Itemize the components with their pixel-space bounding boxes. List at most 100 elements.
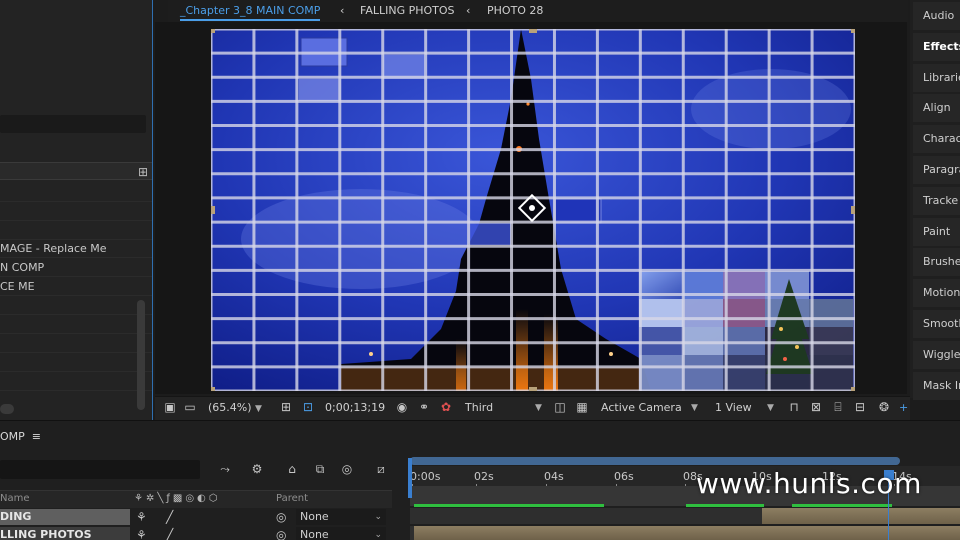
project-row[interactable] bbox=[0, 221, 152, 240]
flowchart-icon[interactable]: ⊟ bbox=[853, 400, 867, 414]
layer-name[interactable]: LLING PHOTOS bbox=[0, 527, 130, 540]
tab-photo-28[interactable]: PHOTO 28 bbox=[487, 4, 543, 17]
project-scrollbar[interactable] bbox=[137, 300, 145, 410]
quality-icon[interactable]: ╱ bbox=[166, 510, 173, 524]
project-item-replace[interactable]: CE ME bbox=[0, 277, 152, 296]
transform-handle[interactable] bbox=[851, 206, 855, 214]
resolution-dropdown[interactable]: Third bbox=[465, 401, 493, 414]
transparency-grid-icon[interactable]: ▦ bbox=[575, 400, 589, 414]
time-navigator-range[interactable] bbox=[410, 457, 900, 465]
transform-handle[interactable] bbox=[211, 29, 215, 33]
panel-item[interactable]: Brushe bbox=[913, 248, 960, 277]
timeline-tab[interactable]: OMP ≡ bbox=[0, 430, 41, 443]
layer-name[interactable]: DING bbox=[0, 509, 130, 525]
transform-handle[interactable] bbox=[851, 29, 855, 33]
project-row[interactable] bbox=[0, 334, 152, 353]
chevron-down-icon: ▼ bbox=[255, 404, 262, 414]
viewer-toolbar: ▣ ▭ (65.4%) ▼ ⊞ ⊡ 0;00;13;19 ◉ ⚭ ✿ Third… bbox=[155, 396, 910, 420]
panel-item[interactable]: Audio bbox=[913, 2, 960, 30]
transform-handle[interactable] bbox=[211, 206, 215, 214]
grid-overlay bbox=[211, 29, 855, 391]
views-dropdown[interactable]: 1 View bbox=[715, 401, 752, 414]
cache-indicator bbox=[792, 504, 892, 507]
parent-dropdown[interactable]: None ⌄ bbox=[296, 527, 386, 540]
reset-exposure-icon[interactable]: ❂ bbox=[877, 400, 891, 414]
project-row[interactable] bbox=[0, 296, 152, 315]
project-row[interactable] bbox=[0, 372, 152, 391]
panel-item[interactable]: Wiggle bbox=[913, 340, 960, 369]
work-area-start-handle[interactable] bbox=[408, 458, 412, 498]
chevron-down-icon[interactable]: ▼ bbox=[535, 403, 542, 413]
tab-main-comp[interactable]: _Chapter 3_8 MAIN COMP bbox=[180, 4, 321, 21]
panel-item[interactable]: Tracke bbox=[913, 186, 960, 215]
layer-bar[interactable] bbox=[762, 508, 960, 524]
draft-3d-icon[interactable]: ⚙ bbox=[250, 462, 264, 476]
panel-item[interactable]: Paint bbox=[913, 217, 960, 246]
zoom-dropdown[interactable]: (65.4%) ▼ bbox=[208, 401, 262, 414]
chevron-down-icon[interactable]: ▼ bbox=[691, 403, 698, 413]
panel-item[interactable]: Charac bbox=[913, 125, 960, 154]
project-hscrollbar[interactable] bbox=[0, 404, 14, 414]
hierarchy-icon[interactable]: ⊞ bbox=[138, 165, 148, 179]
timeline-icon[interactable]: ⌸ bbox=[831, 400, 845, 414]
pick-whip-icon[interactable]: ◎ bbox=[276, 510, 286, 524]
layer-bar[interactable] bbox=[414, 526, 960, 540]
timeline-search-input[interactable] bbox=[0, 460, 200, 479]
mask-visibility-icon[interactable]: ⊡ bbox=[301, 400, 315, 414]
toggle-pixel-aspect-icon[interactable]: ⊓ bbox=[787, 400, 801, 414]
region-of-interest-icon[interactable]: ◫ bbox=[553, 400, 567, 414]
snapshot-icon[interactable]: ◉ bbox=[395, 400, 409, 414]
motion-blur-icon[interactable]: ◎ bbox=[340, 462, 354, 476]
monitor-icon[interactable]: ▭ bbox=[183, 400, 197, 414]
exposure-plus[interactable]: + bbox=[899, 401, 908, 414]
transform-handle[interactable] bbox=[529, 387, 537, 391]
project-search-input[interactable] bbox=[0, 115, 146, 133]
chevron-down-icon[interactable]: ▼ bbox=[767, 403, 774, 413]
tab-falling-photos[interactable]: FALLING PHOTOS bbox=[360, 4, 455, 17]
parent-dropdown[interactable]: None ⌄ bbox=[296, 509, 386, 525]
chevron-down-icon: ⌄ bbox=[374, 512, 382, 522]
shy-layers-icon[interactable]: ⌂ bbox=[285, 462, 299, 476]
watermark: www.hunls.com bbox=[696, 467, 922, 500]
panel-item[interactable]: Motion bbox=[913, 279, 960, 308]
shy-icon[interactable]: ⚘ bbox=[136, 510, 147, 524]
panel-item[interactable]: Effects bbox=[913, 32, 960, 61]
views-value: 1 View bbox=[715, 401, 752, 414]
panel-menu-icon[interactable]: ≡ bbox=[32, 430, 41, 443]
ruler-tick-label: 02s bbox=[474, 470, 494, 483]
quality-icon[interactable]: ╱ bbox=[166, 528, 173, 540]
always-preview-icon[interactable]: ▣ bbox=[163, 400, 177, 414]
transform-handle[interactable] bbox=[851, 387, 855, 391]
show-snapshot-icon[interactable]: ⚭ bbox=[417, 400, 431, 414]
timecode[interactable]: 0;00;13;19 bbox=[325, 401, 385, 414]
cache-indicator bbox=[414, 504, 604, 507]
panel-item[interactable]: Align bbox=[913, 94, 960, 123]
project-row[interactable] bbox=[0, 353, 152, 372]
camera-dropdown[interactable]: Active Camera bbox=[601, 401, 682, 414]
project-row[interactable] bbox=[0, 315, 152, 334]
panel-item[interactable]: Librarie bbox=[913, 63, 960, 92]
panel-item[interactable]: Mask In bbox=[913, 371, 960, 400]
graph-editor-icon[interactable]: ⧄ bbox=[374, 462, 388, 476]
project-row[interactable] bbox=[0, 202, 152, 221]
resolution-value: Third bbox=[465, 401, 494, 414]
panel-item[interactable]: Smooth bbox=[913, 310, 960, 338]
project-item-image[interactable]: MAGE - Replace Me bbox=[0, 239, 152, 258]
transform-handle[interactable] bbox=[211, 387, 215, 391]
column-parent-label: Parent bbox=[276, 493, 309, 504]
cache-indicator bbox=[686, 504, 764, 507]
project-item-comp[interactable]: N COMP bbox=[0, 258, 152, 277]
layer-row[interactable]: DING ⚘ ╱ ◎ None ⌄ bbox=[0, 509, 392, 527]
shy-icon[interactable]: ⚘ bbox=[136, 528, 147, 540]
pick-whip-icon[interactable]: ◎ bbox=[276, 528, 286, 540]
fast-preview-icon[interactable]: ⊠ bbox=[809, 400, 823, 414]
composition-mini-flowchart-icon[interactable]: ⤳ bbox=[218, 462, 232, 476]
layer-row[interactable]: LLING PHOTOS ⚘ ╱ ◎ None ⌄ bbox=[0, 527, 392, 540]
timeline-tab-label: OMP bbox=[0, 430, 25, 443]
color-channel-icon[interactable]: ✿ bbox=[439, 400, 453, 414]
project-row[interactable] bbox=[0, 183, 152, 202]
panel-item[interactable]: Paragra bbox=[913, 156, 960, 184]
safe-zones-icon[interactable]: ⊞ bbox=[279, 400, 293, 414]
transform-handle[interactable] bbox=[529, 29, 537, 33]
frame-blending-icon[interactable]: ⧉ bbox=[313, 462, 327, 476]
